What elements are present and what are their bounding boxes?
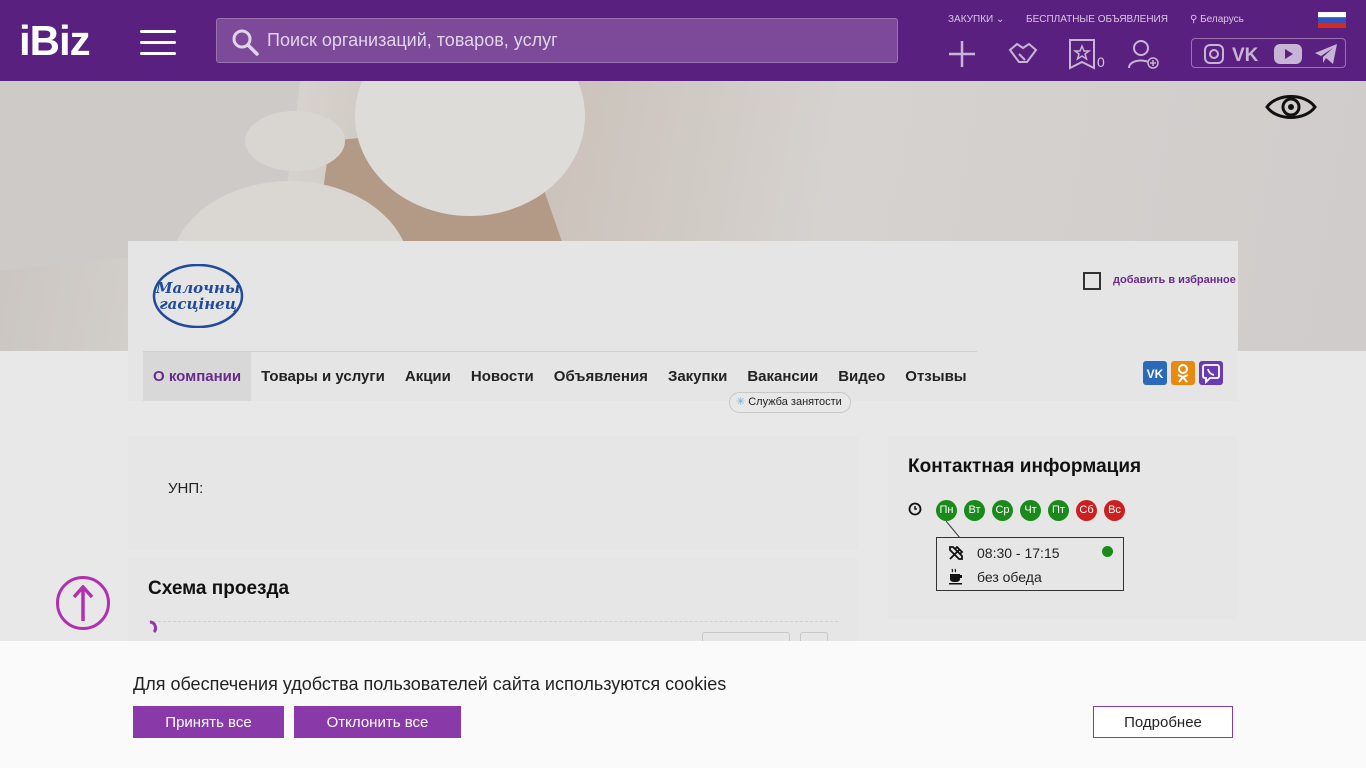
hours-tooltip: 08:30 - 17:15 без обеда: [936, 537, 1124, 591]
add-icon[interactable]: [946, 38, 978, 70]
unp-label: УНП:: [168, 480, 204, 497]
cookie-banner: Для обеспечения удобства пользователей с…: [0, 641, 1366, 768]
day-thu[interactable]: Чт: [1020, 500, 1041, 521]
add-favorite-label[interactable]: добавить в избранное: [1113, 274, 1236, 286]
day-wed[interactable]: Ср: [992, 500, 1013, 521]
user-add-icon[interactable]: [1127, 38, 1159, 70]
accept-all-button[interactable]: Принять все: [133, 706, 284, 738]
tab-ads[interactable]: Объявления: [544, 352, 658, 401]
russian-flag-icon[interactable]: [1318, 12, 1346, 28]
free-ads-link[interactable]: БЕСПЛАТНЫЕ ОБЪЯВЛЕНИЯ: [1026, 14, 1168, 25]
about-panel: [128, 436, 858, 549]
work-days: Пн Вт Ср Чт Пт Сб Вс: [936, 500, 1125, 521]
arrow-up-icon: [72, 585, 94, 621]
tab-reviews[interactable]: Отзывы: [895, 352, 976, 401]
tooltip-pointer: [946, 521, 990, 538]
telegram-icon[interactable]: [1314, 43, 1338, 65]
chevron-down-icon: ⌄: [995, 14, 1005, 25]
social-links: VK: [1191, 38, 1346, 68]
lunch-info: без обеда: [977, 569, 1042, 585]
add-favorite-checkbox[interactable]: [1083, 272, 1101, 290]
site-logo[interactable]: iBiz: [19, 20, 91, 62]
odnoklassniki-share-icon[interactable]: [1171, 361, 1195, 385]
search-icon[interactable]: [231, 28, 259, 56]
company-tabs: О компании Товары и услуги Акции Новости…: [143, 351, 977, 401]
eye-icon[interactable]: [1265, 90, 1317, 124]
vk-share-icon[interactable]: VK: [1143, 361, 1167, 385]
search-box: [216, 18, 898, 63]
contacts-title: Контактная информация: [908, 456, 1142, 477]
youtube-icon[interactable]: [1274, 43, 1302, 65]
tab-news[interactable]: Новости: [461, 352, 544, 401]
day-tue[interactable]: Вт: [964, 500, 985, 521]
open-status-indicator: [1102, 546, 1113, 557]
day-sun[interactable]: Вс: [1104, 500, 1125, 521]
tools-icon: [949, 545, 964, 560]
day-sat[interactable]: Сб: [1076, 500, 1097, 521]
handshake-icon[interactable]: [1007, 38, 1039, 70]
viber-share-icon[interactable]: [1199, 361, 1223, 385]
directions-title: Схема проезда: [148, 578, 290, 599]
menu-icon[interactable]: [140, 30, 176, 56]
working-hours: 08:30 - 17:15: [977, 545, 1060, 561]
coffee-icon: [949, 568, 962, 585]
tab-about[interactable]: О компании: [143, 352, 252, 401]
procurement-link[interactable]: ЗАКУПКИ ⌄: [948, 14, 1004, 25]
favorites-count: 0: [1097, 54, 1105, 70]
company-logo[interactable]: Малочны гасцінец: [152, 264, 244, 328]
tab-promotions[interactable]: Акции: [395, 352, 461, 401]
site-header: iBiz ЗАКУПКИ ⌄ БЕСПЛАТНЫЕ ОБЪЯВЛЕНИЯ ⚲ Б…: [0, 0, 1366, 81]
clock-icon: [908, 502, 922, 516]
tab-products[interactable]: Товары и услуги: [251, 352, 395, 401]
snowflake-icon: ✳: [736, 396, 746, 408]
location-pin-icon: ⚲: [1190, 14, 1198, 25]
cookie-text: Для обеспечения удобства пользователей с…: [133, 674, 727, 694]
search-input[interactable]: [267, 19, 887, 62]
vk-icon[interactable]: VK: [1232, 44, 1266, 64]
day-fri[interactable]: Пт: [1048, 500, 1069, 521]
svg-text:VK: VK: [1147, 367, 1164, 381]
region-selector[interactable]: ⚲ Беларусь: [1190, 14, 1244, 25]
more-info-button[interactable]: Подробнее: [1093, 706, 1233, 738]
map-loader-icon: [149, 620, 158, 634]
svg-text:гасцінец: гасцінец: [159, 295, 237, 313]
scroll-up-button[interactable]: [56, 576, 110, 630]
tab-procurement[interactable]: Закупки: [658, 352, 737, 401]
day-mon[interactable]: Пн: [936, 500, 957, 521]
favorites-star-icon[interactable]: [1066, 38, 1098, 70]
svg-text:VK: VK: [1232, 45, 1259, 64]
decline-all-button[interactable]: Отклонить все: [294, 706, 461, 738]
employment-service-badge[interactable]: ✳ Служба занятости: [729, 392, 851, 413]
instagram-icon[interactable]: [1204, 44, 1224, 64]
